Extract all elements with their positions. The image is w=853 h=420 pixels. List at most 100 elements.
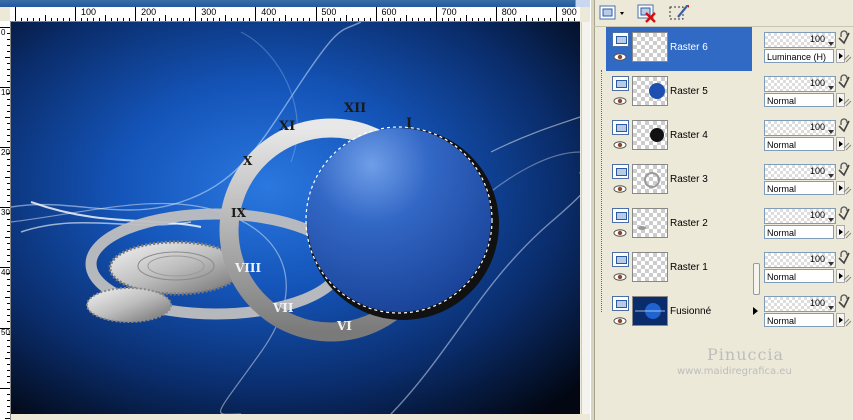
ruler-label: 700 bbox=[441, 7, 457, 17]
image-canvas[interactable]: XII I XI X IX VIII VII VI bbox=[10, 21, 593, 415]
opacity-spin-icon[interactable] bbox=[827, 77, 835, 91]
layer-thumbnail bbox=[632, 32, 668, 62]
ruler-tick bbox=[7, 363, 10, 365]
ruler-tick bbox=[375, 7, 377, 21]
ruler-tick bbox=[261, 18, 263, 21]
opacity-spin-icon[interactable] bbox=[827, 165, 835, 179]
opacity-slider[interactable]: 100 bbox=[764, 208, 836, 224]
layer-type-icon[interactable] bbox=[612, 32, 629, 47]
lock-transparency-icon[interactable] bbox=[837, 29, 851, 47]
layer-name: Fusionné bbox=[670, 306, 712, 317]
visibility-eye-icon[interactable] bbox=[613, 184, 627, 193]
lock-transparency-icon[interactable] bbox=[837, 249, 851, 267]
scroll-up-button[interactable] bbox=[575, 0, 591, 7]
opacity-slider[interactable]: 100 bbox=[764, 164, 836, 180]
opacity-slider[interactable]: 100 bbox=[764, 120, 836, 136]
layer-type-icon[interactable] bbox=[612, 296, 629, 311]
lock-transparency-icon[interactable] bbox=[837, 161, 851, 179]
blend-mode-select[interactable]: Normal bbox=[764, 181, 834, 195]
ruler-tick bbox=[513, 18, 515, 21]
layer-thumbnail bbox=[632, 76, 668, 106]
opacity-slider[interactable]: 100 bbox=[764, 252, 836, 268]
opacity-spin-icon[interactable] bbox=[827, 209, 835, 223]
ruler-tick bbox=[267, 18, 269, 21]
ruler-tick bbox=[447, 18, 449, 21]
layers-toolbar bbox=[594, 0, 853, 27]
panel-splitter[interactable] bbox=[752, 27, 760, 337]
layer-row[interactable]: Raster 2 bbox=[606, 203, 752, 247]
layer-type-icon[interactable] bbox=[612, 252, 629, 267]
ruler-tick bbox=[7, 399, 10, 401]
opacity-value: 100 bbox=[809, 298, 825, 308]
link-icon[interactable] bbox=[843, 318, 852, 327]
visibility-eye-icon[interactable] bbox=[613, 228, 627, 237]
opacity-spin-icon[interactable] bbox=[827, 297, 835, 311]
ruler-tick bbox=[237, 18, 239, 21]
splitter-grip[interactable] bbox=[753, 263, 760, 295]
ruler-tick bbox=[255, 7, 257, 21]
ruler-tick bbox=[7, 219, 10, 221]
ruler-tick bbox=[123, 18, 125, 21]
ruler-tick bbox=[45, 15, 47, 21]
layer-row[interactable]: Raster 3 bbox=[606, 159, 752, 203]
ruler-tick bbox=[477, 18, 479, 21]
layer-row[interactable]: Raster 5 bbox=[606, 71, 752, 115]
visibility-eye-icon[interactable] bbox=[613, 272, 627, 281]
ruler-label: 100 bbox=[81, 7, 97, 17]
link-icon[interactable] bbox=[843, 274, 852, 283]
lock-transparency-icon[interactable] bbox=[837, 205, 851, 223]
blend-mode-select[interactable]: Normal bbox=[764, 225, 834, 239]
ruler-tick bbox=[7, 411, 10, 413]
lock-transparency-icon[interactable] bbox=[837, 117, 851, 135]
opacity-slider[interactable]: 100 bbox=[764, 76, 836, 92]
link-icon[interactable] bbox=[843, 186, 852, 195]
layer-type-icon[interactable] bbox=[612, 120, 629, 135]
ruler-tick bbox=[7, 45, 10, 47]
ruler-tick bbox=[5, 357, 10, 359]
ruler-tick bbox=[7, 339, 10, 341]
layer-type-icon[interactable] bbox=[612, 208, 629, 223]
layer-name: Raster 2 bbox=[670, 218, 708, 229]
ruler-tick bbox=[519, 18, 521, 21]
visibility-eye-icon[interactable] bbox=[613, 140, 627, 149]
ruler-tick bbox=[7, 393, 10, 395]
opacity-spin-icon[interactable] bbox=[827, 33, 835, 47]
layer-row[interactable]: Fusionné bbox=[606, 291, 752, 335]
new-layer-icon[interactable] bbox=[599, 3, 627, 23]
blend-mode-select[interactable]: Normal bbox=[764, 137, 834, 151]
layer-row[interactable]: Raster 6 bbox=[606, 27, 752, 71]
blend-mode-select[interactable]: Luminance (H) bbox=[764, 49, 834, 63]
blend-mode-select[interactable]: Normal bbox=[764, 313, 834, 327]
layer-type-icon[interactable] bbox=[612, 164, 629, 179]
numeral-ix: IX bbox=[231, 206, 247, 220]
visibility-eye-icon[interactable] bbox=[613, 316, 627, 325]
blend-mode-select[interactable]: Normal bbox=[764, 93, 834, 107]
edit-selection-icon[interactable] bbox=[668, 3, 690, 23]
layer-row[interactable]: Raster 1 bbox=[606, 247, 752, 291]
visibility-eye-icon[interactable] bbox=[613, 52, 627, 61]
ruler-tick bbox=[7, 231, 10, 233]
delete-layer-icon[interactable] bbox=[636, 3, 658, 23]
opacity-spin-icon[interactable] bbox=[827, 253, 835, 267]
ruler-tick bbox=[357, 18, 359, 21]
panel-separator[interactable] bbox=[590, 0, 595, 420]
ruler-tick bbox=[7, 279, 10, 281]
link-icon[interactable] bbox=[843, 142, 852, 151]
layer-type-icon[interactable] bbox=[612, 76, 629, 91]
expand-arrow-icon[interactable] bbox=[753, 307, 758, 315]
link-icon[interactable] bbox=[843, 230, 852, 239]
ruler-tick bbox=[7, 51, 10, 53]
opacity-spin-icon[interactable] bbox=[827, 121, 835, 135]
link-icon[interactable] bbox=[843, 54, 852, 63]
visibility-eye-icon[interactable] bbox=[613, 96, 627, 105]
opacity-slider[interactable]: 100 bbox=[764, 32, 836, 48]
opacity-slider[interactable]: 100 bbox=[764, 296, 836, 312]
link-icon[interactable] bbox=[843, 98, 852, 107]
lock-transparency-icon[interactable] bbox=[837, 73, 851, 91]
ruler-tick bbox=[567, 18, 569, 21]
layer-row[interactable]: Raster 4 bbox=[606, 115, 752, 159]
blend-mode-select[interactable]: Normal bbox=[764, 269, 834, 283]
ruler-tick bbox=[27, 18, 29, 21]
vertical-ruler: 0 100 200 300 400 500 bbox=[0, 21, 11, 420]
lock-transparency-icon[interactable] bbox=[837, 293, 851, 311]
